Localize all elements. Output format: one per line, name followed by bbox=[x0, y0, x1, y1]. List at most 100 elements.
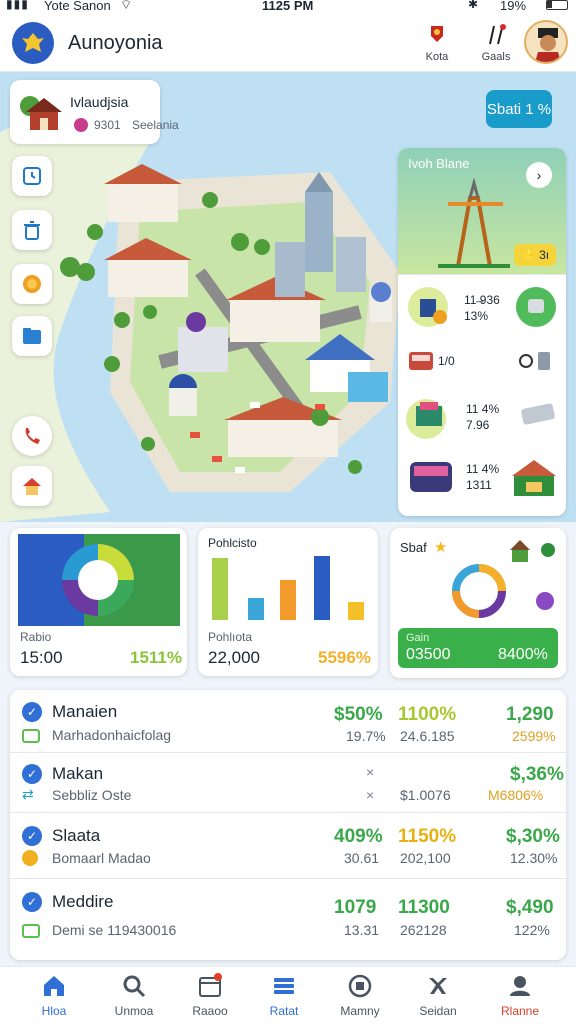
truck-icon bbox=[406, 399, 446, 439]
van-icon bbox=[521, 403, 555, 425]
nav-profile[interactable]: Rlanne bbox=[480, 972, 560, 1024]
folder-icon bbox=[23, 328, 41, 344]
cell-sub2: 262128 bbox=[400, 922, 447, 938]
battery-level: 19% bbox=[500, 0, 527, 13]
bar-chart bbox=[212, 556, 364, 620]
star-icon: ★ bbox=[434, 539, 448, 556]
nav-calendar[interactable]: Raaoo bbox=[170, 972, 250, 1024]
clock: 1125 PM bbox=[262, 0, 314, 13]
cell-sub3: 2599% bbox=[512, 728, 556, 744]
list-icon bbox=[274, 978, 294, 994]
stat-percent: 1511% bbox=[130, 648, 182, 667]
nav-money[interactable]: Mamny bbox=[320, 972, 400, 1024]
search-icon bbox=[123, 975, 146, 998]
nav-home[interactable]: Hloa bbox=[14, 972, 94, 1024]
location-title: Ivlaudjsia bbox=[70, 94, 129, 110]
cell-col2: 1100% bbox=[398, 704, 457, 725]
stat-label: Rabio bbox=[20, 630, 52, 644]
subcheck-icon bbox=[22, 729, 40, 743]
side-button-coins[interactable] bbox=[12, 264, 52, 304]
stat-card-2[interactable]: Pohlcisto Pohlıota 22,000 5596% bbox=[198, 528, 378, 676]
pin-dot-icon bbox=[74, 118, 88, 132]
logo-icon[interactable] bbox=[12, 22, 54, 64]
stat-highlight: Gain 03500 8400% bbox=[398, 628, 558, 668]
nav-label: Ratat bbox=[269, 1004, 299, 1018]
wifi-icon: ⌔ bbox=[120, 0, 133, 12]
location-card[interactable]: Ivlaudjsia 9301 Seelania bbox=[10, 80, 179, 144]
nav-list[interactable]: Ratat bbox=[244, 972, 324, 1024]
stat-label: Gain bbox=[406, 632, 430, 644]
panel-item[interactable]: 11 4% 7.96 bbox=[398, 388, 566, 448]
kota-button[interactable]: Kota bbox=[420, 22, 454, 68]
stat-card-1[interactable]: Rabio 15:00 1511% bbox=[10, 528, 187, 676]
app-header: Aunoyonia Kota Gaals bbox=[0, 14, 576, 72]
chevron-right-icon[interactable]: › bbox=[526, 162, 552, 188]
tools-icon bbox=[519, 352, 550, 370]
row-name: Makan bbox=[52, 764, 104, 783]
row-name: Meddire bbox=[52, 892, 114, 911]
feature-card[interactable]: Ivoh Blane › ⭐ 3ı bbox=[398, 148, 566, 274]
map-action-button[interactable]: Sbati 1 % bbox=[486, 90, 552, 128]
feature-badge: ⭐ 3ı bbox=[514, 244, 556, 266]
right-panel: Ivoh Blane › ⭐ 3ı 11 ̶936 13% 1/0 11 4% … bbox=[398, 148, 566, 516]
cell-sub2: $1.0076 bbox=[400, 787, 451, 803]
cell-sub3: M6806% bbox=[488, 787, 544, 803]
check-icon[interactable]: ✓ bbox=[22, 702, 42, 722]
cell-sub1: × bbox=[366, 787, 375, 803]
row-sub: Bomaarl Madao bbox=[52, 850, 151, 866]
cell-col3: $,490 bbox=[506, 897, 554, 918]
cell-col3: 1,290 bbox=[506, 704, 554, 725]
panel-item[interactable]: 11 4% 1311 bbox=[398, 452, 566, 514]
side-button-folder[interactable] bbox=[12, 316, 52, 356]
cell-sub1: 19.7% bbox=[346, 728, 386, 744]
nav-tools[interactable]: Seidan bbox=[398, 972, 478, 1024]
panel-item-value: 1/0 bbox=[438, 354, 455, 368]
home-icon bbox=[44, 976, 64, 996]
panel-item[interactable]: 1/0 bbox=[398, 338, 566, 386]
stat-title: Sbaf bbox=[400, 540, 427, 555]
check-icon[interactable]: ✓ bbox=[22, 826, 42, 846]
goals-button[interactable]: Gaals bbox=[474, 22, 518, 68]
nav-label: Hloa bbox=[41, 1004, 67, 1018]
coin-icon bbox=[23, 275, 41, 293]
calendar-icon bbox=[199, 973, 222, 997]
divider bbox=[10, 812, 566, 813]
panel-item[interactable]: 11 ̶936 13% bbox=[398, 274, 566, 336]
nav-label: Raaoo bbox=[192, 1004, 228, 1018]
bus-icon bbox=[409, 352, 433, 370]
stat-card-3[interactable]: Sbaf ★ Gain 03500 8400% bbox=[390, 528, 566, 678]
side-button-home[interactable] bbox=[12, 466, 52, 506]
row-sub: Demi se 119430016 bbox=[52, 922, 177, 938]
donut-chart-1 bbox=[18, 534, 180, 626]
cell-col1: 409% bbox=[334, 826, 383, 847]
trash-icon bbox=[24, 221, 40, 240]
side-button-phone[interactable] bbox=[12, 416, 52, 456]
tower-icon bbox=[438, 178, 510, 268]
cell-col1: 1079 bbox=[334, 897, 377, 918]
check-icon[interactable]: ✓ bbox=[22, 764, 42, 784]
city-badge-icon bbox=[431, 26, 443, 42]
subcheck-icon bbox=[22, 924, 40, 938]
city-map[interactable]: Ivlaudjsia 9301 Seelania Sbati 1 % Ivoh … bbox=[0, 72, 576, 522]
location-sub: Seelania bbox=[132, 118, 179, 132]
cell-col1: × bbox=[366, 764, 375, 780]
coin-small-icon bbox=[22, 850, 38, 866]
cell-sub1: 13.31 bbox=[344, 922, 380, 938]
donut-chart-2 bbox=[452, 564, 506, 618]
stat-label: Pohlıota bbox=[208, 630, 253, 644]
row-name: Manaien bbox=[52, 702, 118, 721]
cell-sub1: 30.61 bbox=[344, 850, 380, 866]
clock-icon bbox=[23, 167, 41, 185]
panel-item-sub: 13% bbox=[464, 309, 489, 323]
cell-sub3: 12.30% bbox=[510, 850, 558, 866]
houses-icon bbox=[510, 540, 555, 562]
side-button-trash[interactable] bbox=[12, 210, 52, 250]
cell-col3: $,30% bbox=[506, 826, 560, 847]
avatar[interactable] bbox=[524, 20, 568, 64]
side-button-clock[interactable] bbox=[12, 156, 52, 196]
train-icon bbox=[410, 462, 452, 492]
nav-label: Seidan bbox=[419, 1004, 457, 1018]
check-icon[interactable]: ✓ bbox=[22, 892, 42, 912]
nav-search[interactable]: Unmoa bbox=[94, 972, 174, 1024]
market-icon bbox=[512, 460, 556, 496]
